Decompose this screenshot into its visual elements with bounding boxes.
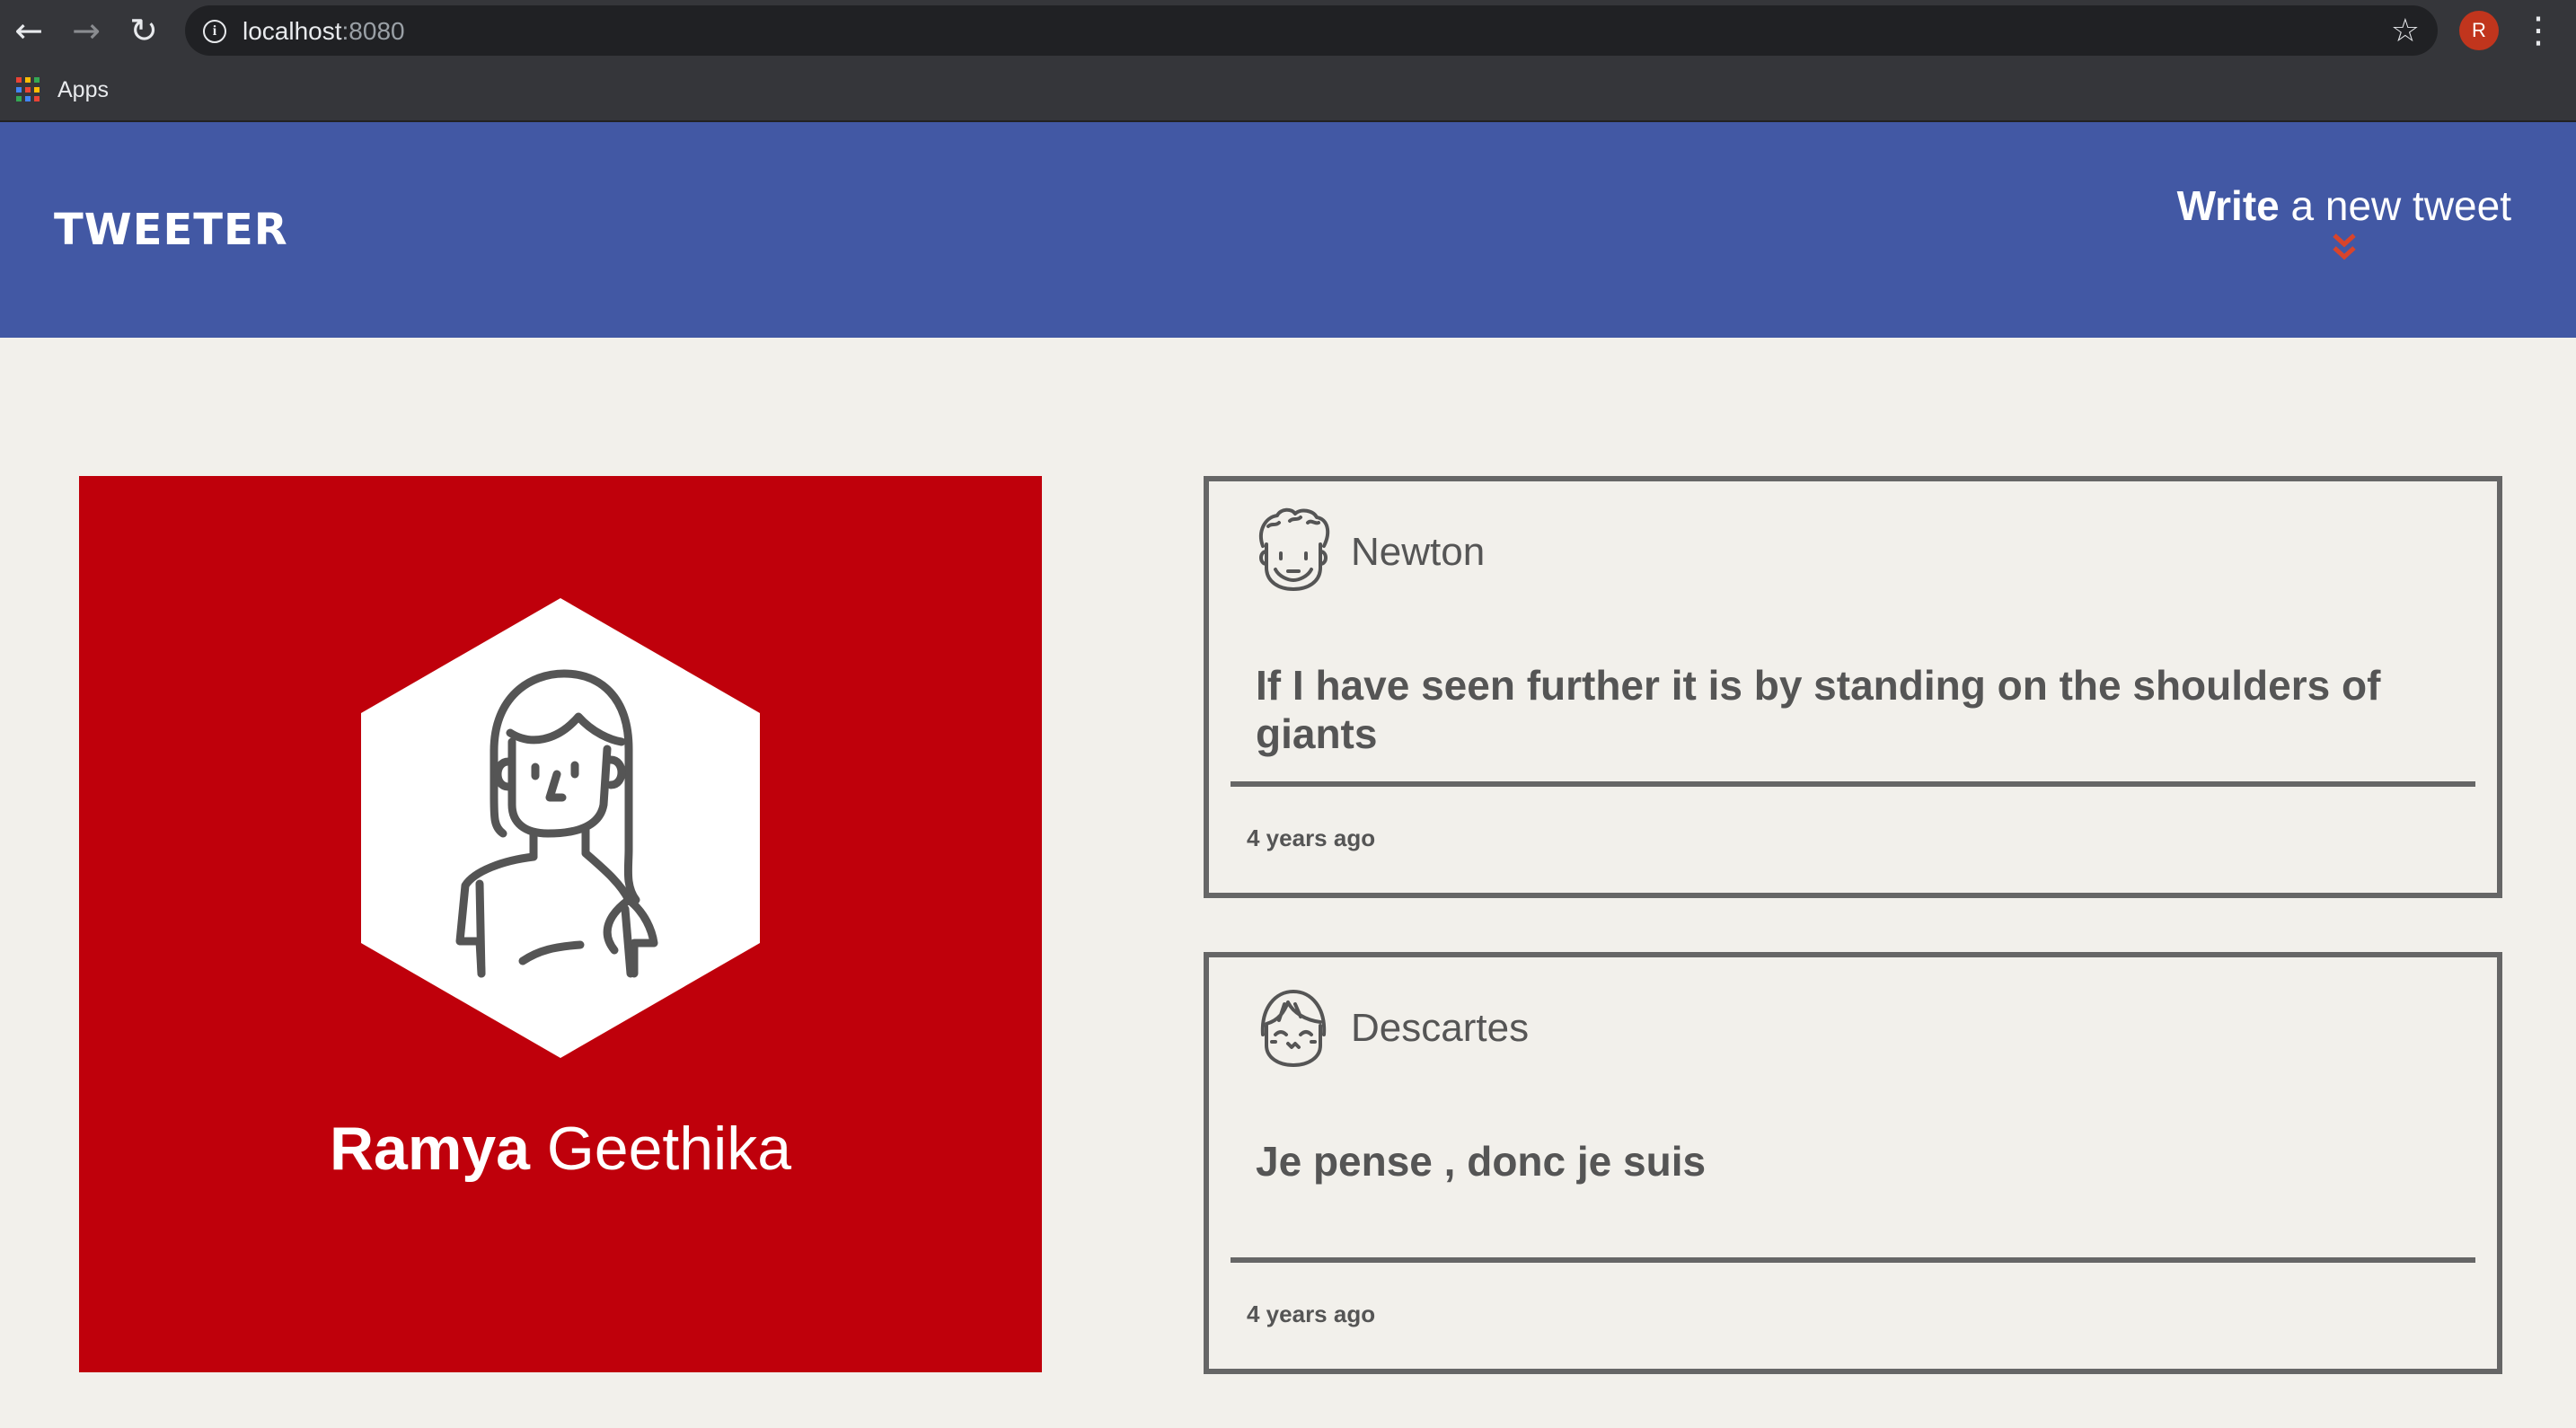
tweet-text: Je pense , donc je suis [1256, 1138, 1707, 1185]
tweet-text: If I have seen further it is by standing… [1256, 662, 2381, 757]
tweet-timestamp: 4 years ago [1247, 824, 1376, 851]
profile-name: Ramya Geethika [79, 1114, 1042, 1184]
tweet-card: Descartes Je pense , donc je suis 4 year… [1204, 952, 2502, 1374]
url-text[interactable]: localhost:8080 [243, 17, 405, 46]
reload-button[interactable]: ↻ [122, 9, 165, 52]
profile-avatar[interactable]: R [2459, 11, 2499, 50]
forward-button[interactable]: → [65, 9, 108, 52]
profile-last-name: Geethika [546, 1115, 792, 1183]
bookmark-star-icon[interactable]: ☆ [2391, 13, 2420, 49]
site-logo[interactable]: TWEETER [54, 205, 288, 255]
bookmarks-bar [0, 61, 2576, 122]
browser-toolbar: ← → ↻ i localhost:8080 ☆ R ⋮ [0, 0, 2576, 61]
compose-label-rest: a new tweet [2279, 182, 2512, 229]
tweet-card: Newton If I have seen further it is by s… [1204, 476, 2502, 898]
profile-first-name: Ramya [329, 1115, 530, 1183]
curly-hair-avatar-icon [1259, 507, 1330, 591]
browser-menu-icon[interactable]: ⋮ [2520, 7, 2556, 54]
bangs-avatar-icon [1260, 990, 1327, 1067]
address-bar[interactable]: i localhost:8080 ☆ [185, 5, 2438, 56]
profile-card: Ramya Geethika [79, 476, 1042, 1372]
site-header: TWEETER Write a new tweet [0, 122, 2576, 338]
double-chevron-down-icon[interactable] [2331, 230, 2358, 266]
apps-grid-icon[interactable] [16, 77, 41, 102]
tweet-author[interactable]: Newton [1351, 530, 1485, 575]
back-button[interactable]: ← [7, 9, 50, 52]
tweet-divider [1231, 781, 2475, 787]
compose-tweet-toggle[interactable]: Write a new tweet [2177, 181, 2511, 266]
tweet-author[interactable]: Descartes [1351, 1006, 1529, 1051]
tweet-timestamp: 4 years ago [1247, 1300, 1376, 1327]
compose-label-bold: Write [2176, 182, 2280, 229]
profile-avatar-icon [361, 598, 760, 1058]
tweet-divider [1231, 1257, 2475, 1263]
site-info-icon[interactable]: i [203, 20, 226, 43]
apps-bookmark[interactable]: Apps [57, 77, 109, 103]
